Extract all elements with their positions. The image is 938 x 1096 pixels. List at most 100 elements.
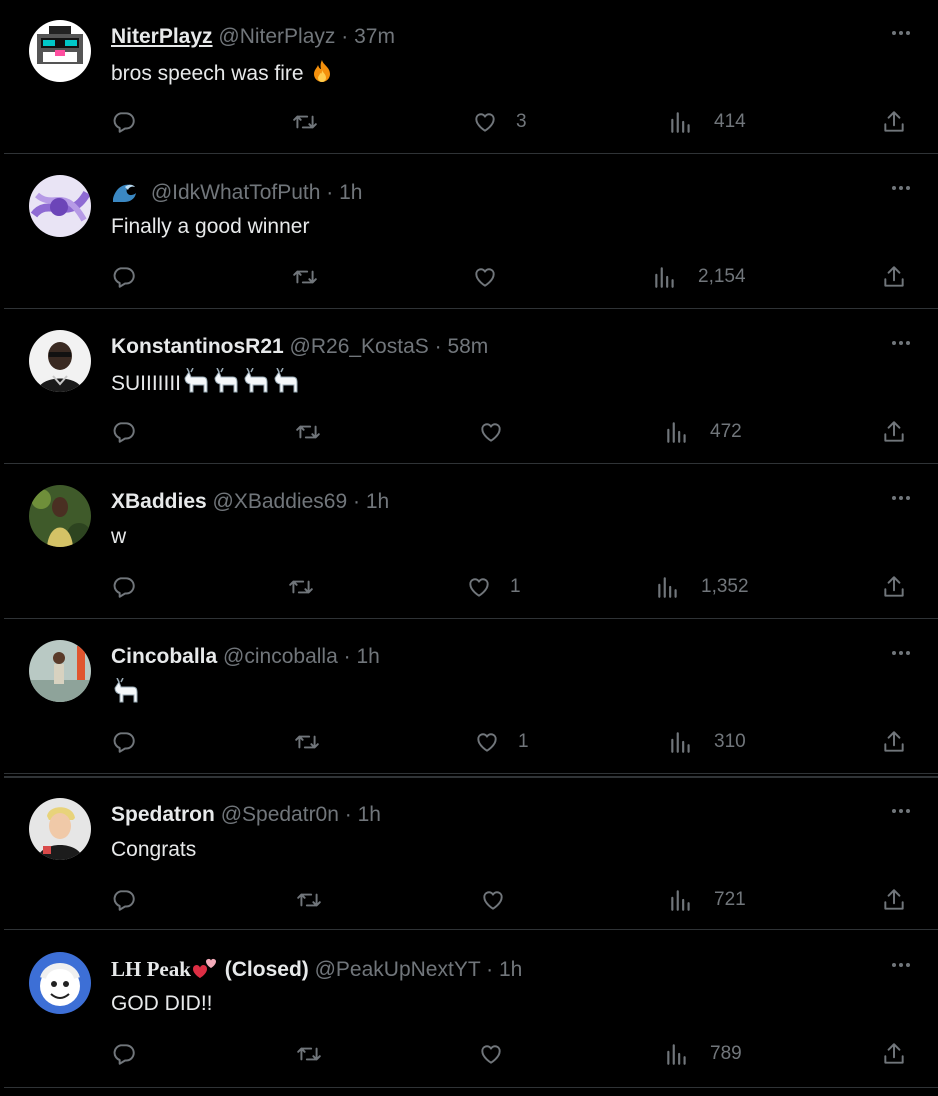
display-name[interactable]: LH Peak: [111, 957, 191, 981]
avatar[interactable]: [29, 175, 91, 237]
tweet-text: SUIIIIIII: [111, 367, 301, 402]
more-icon[interactable]: [886, 487, 916, 509]
views-count: 2,154: [698, 266, 746, 287]
share-button[interactable]: [881, 418, 907, 446]
timestamp[interactable]: 1h: [356, 645, 379, 668]
share-icon: [884, 111, 904, 132]
tweet-header: XBaddies @XBaddies69 · 1h: [111, 489, 389, 515]
retweet-button[interactable]: [294, 728, 320, 756]
like-button[interactable]: 1: [466, 573, 521, 601]
timestamp[interactable]: 1h: [339, 181, 362, 204]
more-icon[interactable]: [886, 642, 916, 664]
retweet-icon: [296, 425, 320, 439]
share-button[interactable]: [881, 263, 907, 291]
handle[interactable]: @NiterPlayz: [218, 25, 335, 48]
retweet-button[interactable]: [292, 108, 318, 136]
avatar[interactable]: [29, 640, 91, 702]
handle[interactable]: @R26_KostaS: [290, 335, 429, 358]
separator-dot: ·: [344, 803, 352, 826]
views-button[interactable]: 1,352: [655, 573, 749, 601]
display-name-suffix[interactable]: (Closed): [225, 958, 309, 981]
display-name[interactable]: Cincoballa: [111, 645, 217, 668]
reply-icon: [113, 890, 135, 911]
tweet-text-content: bros speech was fire: [111, 62, 304, 85]
avatar-image-icon: [29, 175, 91, 237]
avatar[interactable]: [29, 20, 91, 82]
views-button[interactable]: 721: [668, 886, 746, 914]
display-name[interactable]: XBaddies: [111, 490, 207, 513]
avatar[interactable]: [29, 330, 91, 392]
reply-button[interactable]: [111, 886, 137, 914]
tweet[interactable]: @IdkWhatTofPuth · 1h Finally a good winn…: [4, 155, 938, 309]
retweet-icon: [293, 270, 317, 284]
display-name[interactable]: Spedatron: [111, 803, 215, 826]
handle[interactable]: @XBaddies69: [213, 490, 348, 513]
like-button[interactable]: [478, 1040, 522, 1068]
timestamp[interactable]: 37m: [354, 25, 395, 48]
views-button[interactable]: 789: [664, 1040, 742, 1068]
like-button[interactable]: [472, 263, 516, 291]
separator-dot: ·: [343, 645, 351, 668]
share-button[interactable]: [881, 728, 907, 756]
display-name[interactable]: KonstantinosR21: [111, 335, 284, 358]
more-icon[interactable]: [886, 954, 916, 976]
tweet[interactable]: Spedatron @Spedatr0n · 1h Congrats 721: [4, 776, 938, 930]
tweet[interactable]: Cincoballa @cincoballa · 1h 1 310: [4, 620, 938, 774]
share-button[interactable]: [881, 886, 907, 914]
handle[interactable]: @IdkWhatTofPuth: [151, 181, 321, 204]
tweet[interactable]: KonstantinosR21 @R26_KostaS · 58m SUIIII…: [4, 310, 938, 464]
avatar[interactable]: [29, 798, 91, 860]
reply-button[interactable]: [111, 108, 137, 136]
views-count: 1,352: [701, 576, 749, 597]
handle[interactable]: @Spedatr0n: [221, 803, 339, 826]
share-icon: [884, 576, 904, 597]
tweet-header: KonstantinosR21 @R26_KostaS · 58m: [111, 334, 488, 360]
tweet[interactable]: NiterPlayz @NiterPlayz · 37m bros speech…: [4, 0, 938, 154]
tweet[interactable]: LH Peak (Closed) @PeakUpNextYT · 1h GOD …: [4, 932, 938, 1088]
reply-button[interactable]: [111, 1040, 137, 1068]
views-icon: [667, 422, 686, 443]
display-name[interactable]: NiterPlayz: [111, 25, 213, 48]
share-button[interactable]: [881, 1040, 907, 1068]
more-icon[interactable]: [886, 800, 916, 822]
like-button[interactable]: 3: [472, 108, 527, 136]
handle[interactable]: @cincoballa: [223, 645, 338, 668]
tweet-text-content: SUIIIIIII: [111, 372, 182, 395]
goat-icon: [181, 367, 211, 402]
timestamp[interactable]: 1h: [358, 803, 381, 826]
handle[interactable]: @PeakUpNextYT: [315, 958, 481, 981]
like-button[interactable]: [480, 886, 524, 914]
retweet-button[interactable]: [292, 263, 318, 291]
avatar[interactable]: [29, 485, 91, 547]
reply-button[interactable]: [111, 728, 137, 756]
views-icon: [671, 732, 690, 753]
views-button[interactable]: 414: [668, 108, 746, 136]
views-button[interactable]: 472: [664, 418, 742, 446]
like-button[interactable]: [478, 418, 522, 446]
reply-button[interactable]: [111, 418, 137, 446]
timestamp[interactable]: 58m: [447, 335, 488, 358]
share-button[interactable]: [881, 573, 907, 601]
share-icon: [884, 889, 904, 910]
views-button[interactable]: 310: [668, 728, 746, 756]
share-button[interactable]: [881, 108, 907, 136]
retweet-button[interactable]: [295, 418, 321, 446]
reply-button[interactable]: [111, 263, 137, 291]
tweet[interactable]: XBaddies @XBaddies69 · 1h w 1 1,352: [4, 465, 938, 619]
more-icon[interactable]: [886, 332, 916, 354]
timestamp[interactable]: 1h: [499, 958, 522, 981]
reply-button[interactable]: [111, 573, 137, 601]
like-button[interactable]: 1: [474, 728, 529, 756]
like-icon: [477, 733, 497, 752]
views-icon: [671, 112, 690, 133]
retweet-button[interactable]: [296, 1040, 322, 1068]
retweet-button[interactable]: [288, 573, 314, 601]
views-button[interactable]: 2,154: [652, 263, 746, 291]
retweet-button[interactable]: [296, 886, 322, 914]
more-icon[interactable]: [886, 22, 916, 44]
avatar-image-icon: [29, 20, 91, 82]
more-icon[interactable]: [886, 177, 916, 199]
avatar[interactable]: [29, 952, 91, 1014]
timestamp[interactable]: 1h: [366, 490, 389, 513]
tweet-header: NiterPlayz @NiterPlayz · 37m: [111, 24, 395, 50]
